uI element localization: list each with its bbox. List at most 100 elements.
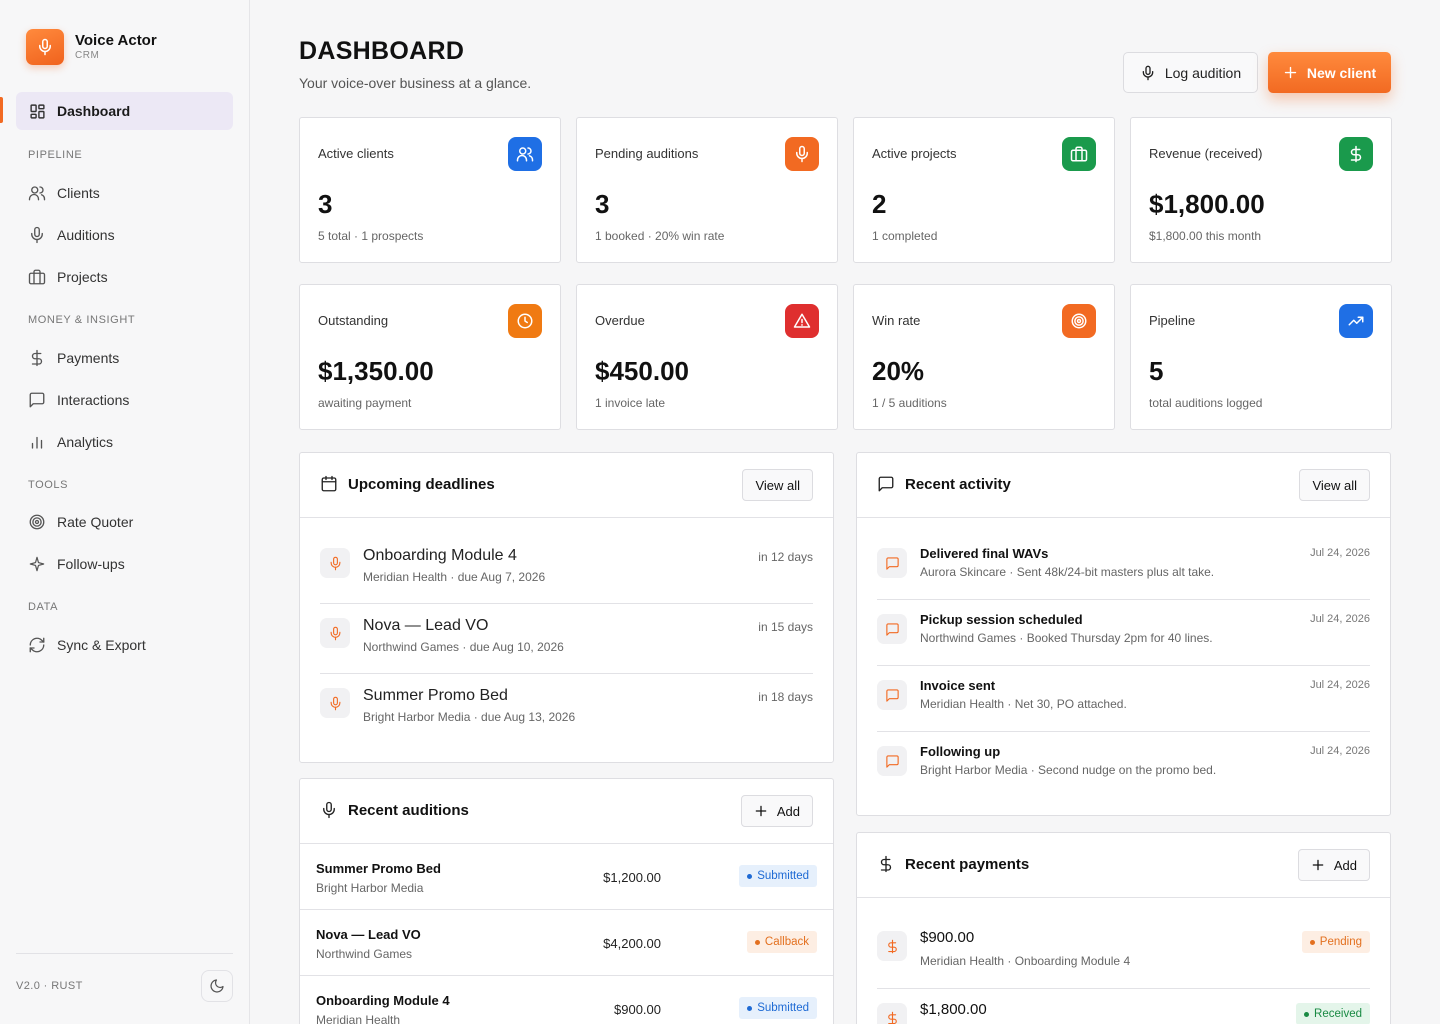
sidebar-item-label: Rate Quoter [57,514,134,530]
sidebar-item-projects[interactable]: Projects [16,258,233,296]
grid-icon [28,102,46,120]
new-client-label: New client [1306,64,1377,81]
briefcase-icon [1062,137,1096,171]
sidebar-item-label: Dashboard [57,103,131,119]
dollar-icon [1339,137,1373,171]
activity-row[interactable]: Delivered final WAVs Aurora Skincare · Se… [877,534,1370,600]
add-label: Add [776,803,800,819]
stat-label: Win rate [872,313,921,328]
activity-date: Jul 24, 2026 [1310,613,1370,625]
stat-card[interactable]: Pipeline 5 total auditions logged [1130,284,1392,430]
add-payment-button[interactable]: Add [1297,849,1370,881]
dollar-icon [877,1003,907,1024]
sidebar-item-follow-ups[interactable]: Follow-ups [16,545,233,583]
activity-date: Jul 24, 2026 [1310,547,1370,559]
audition-amount: $1,200.00 [603,870,661,885]
stat-card[interactable]: Overdue $450.00 1 invoice late [576,284,838,430]
activity-meta: Aurora Skincare · Sent 48k/24-bit master… [920,565,1215,579]
activity-row[interactable]: Pickup session scheduled Northwind Games … [877,600,1370,666]
stat-note: $1,800.00 this month [1149,229,1262,243]
theme-toggle-button[interactable] [201,970,233,1002]
view-all-label: View all [755,477,800,493]
panel-title: Recent auditions [348,801,469,819]
sidebar-item-label: Analytics [57,434,114,450]
stat-card[interactable]: Active projects 2 1 completed [853,117,1115,263]
deadline-row[interactable]: Nova — Lead VO Northwind Games · due Aug … [320,604,813,674]
stat-label: Outstanding [318,313,389,328]
deadline-meta: Northwind Games · due Aug 10, 2026 [363,640,564,654]
sidebar-item-label: Follow-ups [57,556,125,572]
message-icon [877,680,907,710]
stat-label: Active clients [318,146,394,161]
payment-row[interactable]: $1,800.00 Received [877,991,1370,1024]
deadline-title: Summer Promo Bed [363,687,508,704]
stat-card[interactable]: Win rate 20% 1 / 5 auditions [853,284,1115,430]
activity-title: Following up [920,744,1001,759]
message-icon [28,391,46,409]
stat-label: Pipeline [1149,313,1196,328]
sidebar-item-interactions[interactable]: Interactions [16,381,233,419]
status-badge: Received [1296,1003,1370,1024]
sidebar-item-dashboard[interactable]: Dashboard [16,92,233,130]
stat-note: total auditions logged [1149,396,1263,410]
sidebar-item-clients[interactable]: Clients [16,174,233,212]
panel-header: Recent auditions Add [300,779,833,844]
sidebar-item-sync-export[interactable]: Sync & Export [16,626,233,664]
audition-row[interactable]: Summer Promo Bed Bright Harbor Media $1,20… [300,844,833,910]
stat-value: $1,350.00 [318,356,434,386]
page-title: DASHBOARD [299,37,465,65]
payment-row[interactable]: $900.00 Meridian Health · Onboarding Modu… [877,919,1370,989]
panel-title: Upcoming deadlines [348,475,495,493]
active-indicator [0,97,3,123]
sidebar: Voice Actor CRM Dashboard PIPELINE Clien… [0,0,250,1024]
mic-icon [28,226,46,244]
stat-card[interactable]: Outstanding $1,350.00 awaiting payment [299,284,561,430]
sidebar-item-label: Projects [57,269,108,285]
stat-value: 20% [872,356,925,386]
log-audition-label: Log audition [1164,64,1242,81]
section-money: MONEY & INSIGHT [28,314,136,326]
view-all-button[interactable]: View all [1299,469,1370,501]
deadline-row[interactable]: Summer Promo Bed Bright Harbor Media · du… [320,674,813,744]
add-audition-button[interactable]: Add [740,795,813,827]
plus-icon [754,804,777,818]
payment-amount: $1,800.00 [920,1001,987,1018]
deadline-title: Nova — Lead VO [363,617,489,634]
activity-meta: Meridian Health · Net 30, PO attached. [920,697,1127,711]
sidebar-item-label: Clients [57,185,100,201]
sidebar-item-rate-quoter[interactable]: Rate Quoter [16,503,233,541]
sidebar-item-payments[interactable]: Payments [16,339,233,377]
dollar-icon [877,931,907,961]
sidebar-item-analytics[interactable]: Analytics [16,423,233,461]
activity-title: Pickup session scheduled [920,612,1083,627]
stat-card[interactable]: Revenue (received) $1,800.00 $1,800.00 thi… [1130,117,1392,263]
audition-row[interactable]: Nova — Lead VO Northwind Games $4,200.00 Ca… [300,910,833,976]
deadline-when: in 12 days [758,550,813,564]
activity-row[interactable]: Following up Bright Harbor Media · Second… [877,732,1370,798]
audition-row[interactable]: Onboarding Module 4 Meridian Health $900.0… [300,976,833,1024]
log-audition-button[interactable]: Log audition [1123,52,1258,93]
activity-date: Jul 24, 2026 [1310,679,1370,691]
stat-value: 5 [1149,356,1164,386]
brand[interactable]: Voice Actor CRM [26,29,157,65]
divider [16,953,233,954]
sidebar-item-auditions[interactable]: Auditions [16,216,233,254]
new-client-button[interactable]: New client [1268,52,1391,93]
view-all-button[interactable]: View all [742,469,813,501]
stat-value: 3 [318,189,333,219]
stat-card[interactable]: Pending auditions 3 1 booked · 20% win rat… [576,117,838,263]
status-badge: Submitted [739,865,817,887]
mic-icon [320,801,348,819]
stat-label: Pending auditions [595,146,699,161]
refresh-icon [28,636,46,654]
activity-row[interactable]: Invoice sent Meridian Health · Net 30, PO… [877,666,1370,732]
sparkle-icon [28,555,46,573]
stat-card[interactable]: Active clients 3 5 total · 1 prospects [299,117,561,263]
deadline-row[interactable]: Onboarding Module 4 Meridian Health · due… [320,534,813,604]
mic-icon [320,548,350,578]
brand-name: Voice Actor [75,32,157,49]
audition-amount: $900.00 [614,1002,661,1017]
plus-icon [1283,65,1307,80]
deadline-meta: Bright Harbor Media · due Aug 13, 2026 [363,710,576,724]
sidebar-item-label: Interactions [57,392,130,408]
